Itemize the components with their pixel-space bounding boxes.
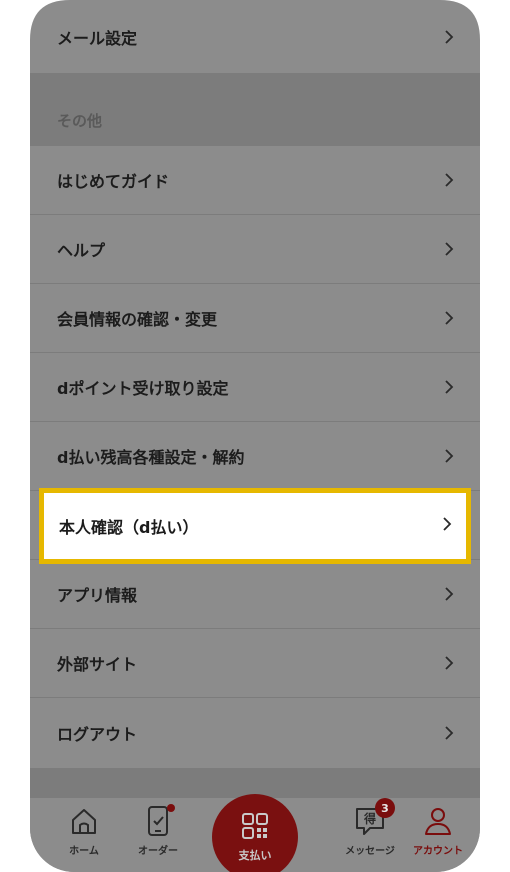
tab-home[interactable]: ホーム (46, 804, 122, 864)
menu-item-external-sites[interactable]: 外部サイト (30, 629, 480, 698)
menu-item-help[interactable]: ヘルプ (30, 215, 480, 284)
message-icon-glyph: 得 (363, 811, 376, 826)
chevron-right-icon (442, 587, 456, 601)
chevron-right-icon (442, 311, 456, 325)
menu-item-guide[interactable]: はじめてガイド (30, 146, 480, 215)
chevron-right-icon (442, 726, 456, 740)
pay-button-label: 支払い (238, 848, 272, 862)
chevron-right-icon (442, 173, 456, 187)
menu-item-label: はじめてガイド (57, 172, 170, 191)
pay-button[interactable]: 支払い (212, 794, 298, 872)
menu-item-label: ヘルプ (57, 241, 106, 260)
bottom-tab-bar: ホーム オーダー 支払い 得 3 メッセージ アカウント (30, 794, 480, 872)
phone-check-icon (141, 804, 175, 838)
chevron-right-icon (442, 656, 456, 670)
tab-account[interactable]: アカウント (398, 804, 478, 864)
menu-item-dpay-balance-settings[interactable]: d払い残高各種設定・解約 (30, 422, 480, 491)
menu-item-label: アプリ情報 (57, 586, 138, 605)
app-screen: メール設定 その他 はじめてガイド ヘルプ 会員情報の確認・変更 dポイント受け… (30, 0, 480, 872)
tab-label: ホーム (69, 846, 99, 857)
menu-item-mail-settings[interactable]: メール設定 (30, 0, 480, 74)
chevron-right-icon (442, 29, 456, 44)
chevron-right-icon (442, 242, 456, 256)
chevron-right-icon (442, 516, 452, 536)
menu-item-dpoint-settings[interactable]: dポイント受け取り設定 (30, 353, 480, 422)
menu-item-label: d払い残高各種設定・解約 (57, 448, 245, 467)
menu-item-app-info[interactable]: アプリ情報 (30, 560, 480, 629)
menu-item-label: 外部サイト (57, 655, 138, 674)
tab-label: メッセージ (345, 846, 395, 857)
message-icon: 得 3 (353, 798, 395, 838)
menu-item-label: メール設定 (57, 28, 138, 48)
menu-item-label: dポイント受け取り設定 (57, 379, 229, 398)
menu-item-member-info[interactable]: 会員情報の確認・変更 (30, 284, 480, 353)
menu-item-identity-verification[interactable]: 本人確認（d払い） (39, 488, 471, 564)
tab-label: アカウント (413, 846, 463, 857)
tab-label: オーダー (138, 846, 178, 857)
menu-item-logout[interactable]: ログアウト (30, 698, 480, 768)
menu-item-label: ログアウト (57, 725, 138, 744)
qr-code-icon (241, 812, 269, 843)
menu-item-label: 会員情報の確認・変更 (57, 310, 218, 329)
chevron-right-icon (442, 449, 456, 463)
notification-dot (167, 804, 175, 812)
menu-item-label: 本人確認（d払い） (59, 518, 199, 537)
section-header-other: その他 (30, 74, 480, 146)
home-icon (67, 804, 101, 838)
chevron-right-icon (442, 380, 456, 394)
person-icon (421, 804, 455, 838)
tab-order[interactable]: オーダー (120, 804, 196, 864)
message-count-badge: 3 (375, 798, 395, 818)
